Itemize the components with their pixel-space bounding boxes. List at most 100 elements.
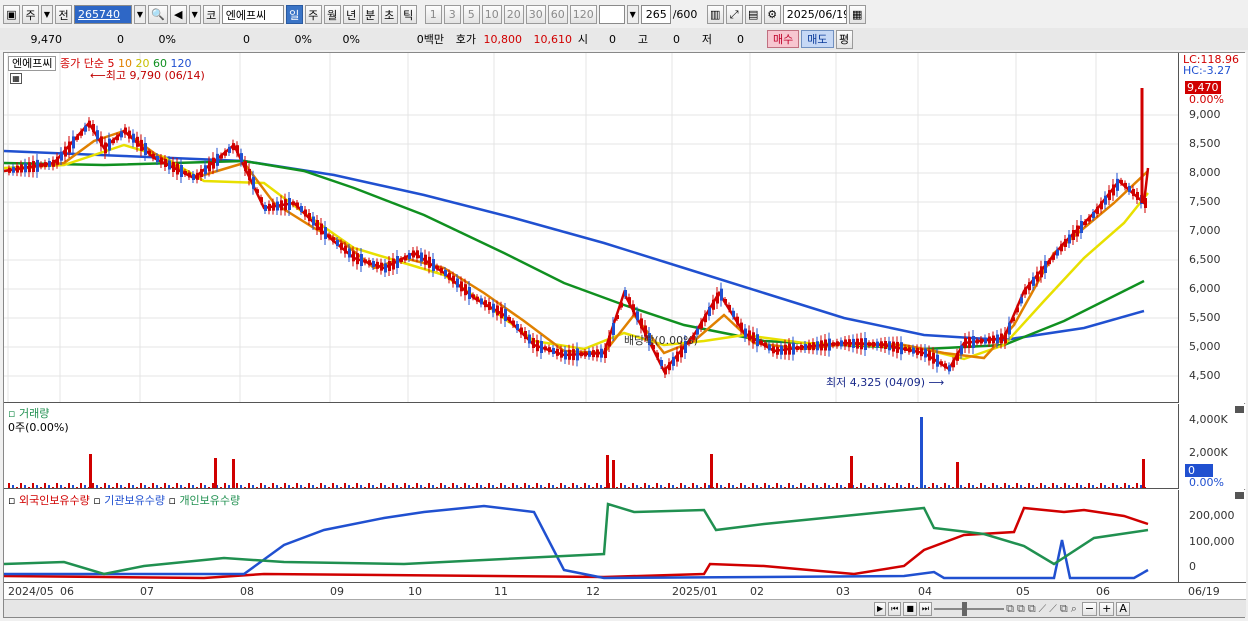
period-tab-day[interactable]: 일 — [285, 5, 303, 24]
code-dropdown-icon[interactable]: ▼ — [134, 5, 146, 24]
candle-body — [472, 294, 475, 299]
volume-bar — [1012, 487, 1014, 488]
period-tab-month[interactable]: 월 — [323, 5, 341, 24]
candle-body — [1076, 225, 1079, 237]
volume-bar — [440, 483, 442, 488]
minute-30-button[interactable]: 30 — [525, 5, 546, 24]
holdings-pane[interactable]: ▫ 외국인보유수량 ▫ 기관보유수량 ▫ 개인보유수량 — [4, 490, 1178, 582]
volume-bar — [520, 487, 522, 488]
candle-body — [116, 135, 119, 141]
volume-bar — [736, 487, 738, 488]
period-tab-second[interactable]: 초 — [380, 5, 398, 24]
pane-close-icon-2[interactable] — [1235, 492, 1244, 499]
volume-bar — [432, 485, 434, 488]
stock-chart[interactable]: 엔에프씨 종가 단순 5 10 20 60 120 ⟵최고 9,790 (06/… — [3, 52, 1246, 618]
holdings-legend: ▫ 외국인보유수량 ▫ 기관보유수량 ▫ 개인보유수량 — [8, 494, 241, 507]
count-input[interactable]: 265 — [640, 5, 671, 24]
volume-bar — [156, 485, 158, 488]
search-icon[interactable]: 🔍 — [148, 5, 168, 24]
minute-20-button[interactable]: 20 — [503, 5, 524, 24]
rewind-icon[interactable]: ⏮ — [888, 601, 902, 616]
buy-button[interactable]: 매수 — [767, 30, 800, 48]
market-select[interactable]: 주 — [22, 5, 39, 24]
eval-button[interactable]: 평 — [835, 29, 853, 49]
volume-bar — [12, 485, 14, 488]
speaker-dropdown-icon[interactable]: ▼ — [188, 5, 201, 24]
volume-bar — [668, 483, 670, 488]
price-tick: 6,000 — [1189, 282, 1221, 295]
candle-body — [72, 136, 75, 149]
candle-body — [640, 318, 643, 329]
scroll-right-icon[interactable]: ▶ — [874, 601, 887, 616]
x-axis-label: 06/19 — [1188, 585, 1220, 598]
price-pane[interactable]: 엔에프씨 종가 단순 5 10 20 60 120 ⟵최고 9,790 (06/… — [4, 53, 1178, 403]
calculator-icon[interactable]: ▦ — [10, 73, 22, 84]
volume-pane[interactable]: ▫ 거래량 0주(0.00%) — [4, 404, 1178, 489]
period-tab-week[interactable]: 주 — [304, 5, 322, 24]
minute-3-button[interactable]: 3 — [443, 5, 461, 24]
volume-bar — [264, 485, 266, 488]
minute-120-button[interactable]: 120 — [569, 5, 597, 24]
chevron-down-icon[interactable]: ▼ — [41, 5, 53, 24]
volume-bar — [512, 483, 514, 488]
volume-bar — [748, 487, 750, 488]
window-icon[interactable]: ▣ — [3, 5, 20, 24]
ask-price: 10,800 — [483, 32, 523, 46]
volume-bar — [56, 483, 58, 488]
candle-body — [724, 299, 727, 303]
candle-body — [548, 347, 551, 353]
candle-body — [1036, 271, 1039, 282]
volume-bar — [476, 483, 478, 488]
period-tab-tick[interactable]: 틱 — [399, 5, 417, 24]
zoom-out-icon[interactable]: − — [1081, 601, 1098, 616]
settings-icon[interactable]: ⚙ — [763, 5, 781, 24]
candle-body — [468, 287, 471, 299]
custom-period-dropdown-icon[interactable]: ▼ — [626, 5, 639, 24]
pane-close-icon[interactable] — [1235, 406, 1244, 413]
zoom-in-icon[interactable]: + — [1099, 601, 1115, 616]
period-tab-minute[interactable]: 분 — [361, 5, 379, 24]
draw-tools-icon[interactable]: ⤢ — [725, 5, 743, 24]
sell-button[interactable]: 매도 — [801, 30, 834, 48]
volume-bar — [1072, 487, 1074, 488]
minute-5-button[interactable]: 5 — [462, 5, 480, 24]
candle-body — [536, 340, 539, 352]
font-size-icon[interactable]: A — [1116, 601, 1130, 616]
minute-1-button[interactable]: 1 — [424, 5, 442, 24]
high-note-text: 최고 9,790 (06/14) — [105, 69, 205, 82]
volume-bar — [580, 487, 582, 488]
stock-name-field[interactable]: 엔에프씨 — [221, 5, 284, 24]
period-tab-year[interactable]: 년 — [342, 5, 360, 24]
volume-spike — [920, 417, 923, 488]
stop-icon[interactable]: ■ — [903, 601, 917, 616]
prev-button[interactable]: 전 — [55, 5, 72, 24]
minute-10-button[interactable]: 10 — [481, 5, 502, 24]
save-icon[interactable]: ▤ — [744, 5, 762, 24]
institution-legend: 기관보유수량 — [104, 494, 165, 507]
volume-bar — [880, 487, 882, 488]
volume-bar — [1132, 487, 1134, 488]
candle-body — [956, 352, 959, 361]
candle-body — [788, 343, 791, 355]
view-tools-icon[interactable]: ⧉⧉⧉⟋⟋⧉⌕ — [1006, 602, 1080, 616]
candle-body — [976, 339, 979, 344]
volume-bar — [384, 485, 386, 488]
volume-bar — [976, 487, 978, 488]
volume-bar — [996, 485, 998, 488]
forward-icon[interactable]: ⏭ — [918, 601, 933, 616]
candle-body — [1020, 297, 1023, 304]
volume-bar — [52, 487, 54, 488]
date-input[interactable]: 2025/06/19 — [782, 5, 847, 24]
candle-body — [908, 347, 911, 353]
speaker-icon[interactable]: ◀ — [169, 5, 187, 24]
candle-body — [632, 304, 635, 313]
volume-bar — [20, 483, 22, 488]
stock-code-input[interactable]: 265740 — [74, 5, 132, 24]
volume-bar — [144, 485, 146, 488]
minute-60-button[interactable]: 60 — [547, 5, 568, 24]
chart-type-icon[interactable]: ▥ — [706, 5, 724, 24]
candle-body — [716, 292, 719, 304]
custom-period-input[interactable] — [598, 5, 625, 24]
zoom-slider[interactable] — [934, 601, 1005, 616]
calendar-icon[interactable]: ▦ — [848, 5, 866, 24]
